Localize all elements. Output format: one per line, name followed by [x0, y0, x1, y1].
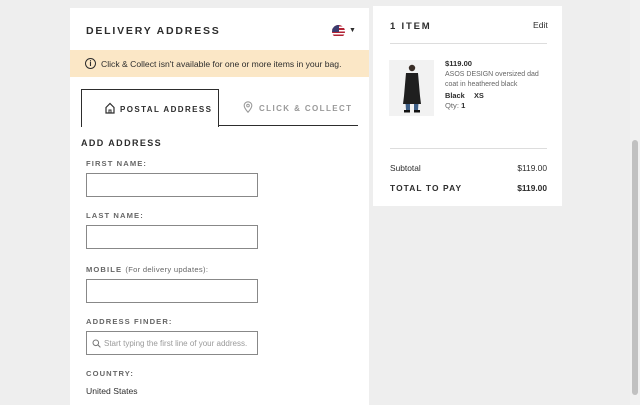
address-finder-input[interactable] [86, 331, 258, 355]
qty-value: 1 [461, 101, 466, 110]
edit-bag-link[interactable]: Edit [533, 20, 548, 30]
home-icon [105, 102, 115, 114]
divider [390, 148, 547, 149]
first-name-label: FIRST NAME: [86, 159, 148, 168]
total-value: $119.00 [517, 183, 547, 193]
divider [390, 43, 547, 44]
click-collect-warning-banner: i Click & Collect isn't available for on… [70, 50, 369, 77]
tab-postal-label: POSTAL ADDRESS [120, 105, 213, 114]
product-price: $119.00 [445, 59, 473, 68]
qty-label: Qty: [445, 101, 459, 110]
bag-summary-panel: 1 ITEM Edit $119.00 ASOS DESIGN oversize… [373, 6, 562, 206]
mobile-label: MOBILE (For delivery updates): [86, 265, 208, 274]
mobile-label-text: MOBILE [86, 265, 123, 274]
product-name[interactable]: ASOS DESIGN oversized dad coat in heathe… [445, 70, 549, 89]
product-image[interactable] [389, 60, 434, 116]
items-count-title: 1 ITEM [390, 21, 432, 32]
country-label: COUNTRY: [86, 369, 135, 378]
location-pin-icon [243, 101, 253, 113]
search-icon [92, 339, 101, 348]
product-color: Black [445, 91, 465, 100]
last-name-label: LAST NAME: [86, 211, 144, 220]
product-size: XS [474, 91, 484, 100]
address-finder-label: ADDRESS FINDER: [86, 317, 173, 326]
country-value: United States [86, 386, 138, 396]
total-label: TOTAL TO PAY [390, 183, 463, 193]
delivery-address-panel: DELIVERY ADDRESS ▼ i Click & Collect isn… [70, 8, 369, 405]
mobile-field[interactable] [86, 279, 258, 303]
banner-text: Click & Collect isn't available for one … [101, 59, 342, 69]
add-address-title: ADD ADDRESS [81, 138, 163, 148]
tab-collect-label: CLICK & COLLECT [259, 104, 353, 113]
last-name-field[interactable] [86, 225, 258, 249]
info-icon: i [85, 58, 96, 69]
chevron-down-icon[interactable]: ▼ [349, 27, 356, 34]
product-photo [389, 60, 434, 116]
delivery-title: DELIVERY ADDRESS [86, 25, 221, 37]
delivery-header: DELIVERY ADDRESS ▼ [70, 8, 369, 54]
tab-click-collect[interactable]: CLICK & COLLECT [219, 89, 358, 126]
product-quantity: Qty: 1 [445, 101, 465, 110]
tab-postal-address[interactable]: POSTAL ADDRESS [81, 89, 219, 127]
subtotal-label: Subtotal [390, 163, 421, 173]
first-name-field[interactable] [86, 173, 258, 197]
us-flag-icon[interactable] [332, 25, 345, 38]
mobile-hint: (For delivery updates): [125, 265, 209, 274]
scrollbar-thumb[interactable] [632, 140, 638, 395]
subtotal-value: $119.00 [517, 163, 547, 173]
